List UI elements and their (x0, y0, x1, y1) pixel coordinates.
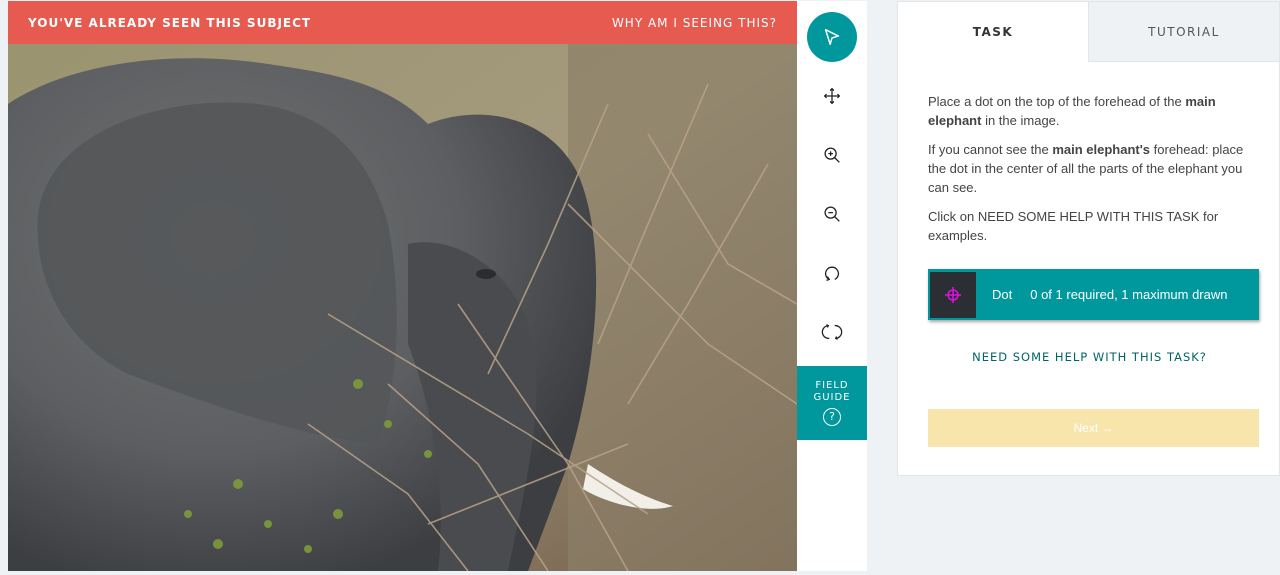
dot-tool-count: 0 of 1 required, 1 maximum drawn (1030, 287, 1228, 302)
pointer-tool-button[interactable] (807, 12, 857, 62)
rotate-button[interactable] (807, 248, 857, 298)
move-tool-button[interactable] (807, 71, 857, 121)
task-tabs: TASK TUTORIAL (898, 2, 1279, 62)
instruction-paragraph-2: If you cannot see the main elephant's fo… (928, 142, 1244, 195)
image-toolbar: FIELD GUIDE ? (797, 1, 867, 571)
zoom-out-icon (824, 206, 840, 222)
task-instructions: Place a dot on the top of the forehead o… (898, 62, 1279, 245)
tab-tutorial[interactable]: TUTORIAL (1088, 2, 1279, 62)
instruction-paragraph-1: Place a dot on the top of the forehead o… (928, 94, 1216, 128)
next-button[interactable]: Next → (928, 409, 1259, 447)
zoom-in-icon (824, 147, 840, 163)
reset-icon (821, 324, 843, 340)
instruction-paragraph-3: Click on NEED SOME HELP WITH THIS TASK f… (928, 209, 1219, 243)
already-seen-text: YOU'VE ALREADY SEEN THIS SUBJECT (28, 15, 312, 30)
already-seen-banner: YOU'VE ALREADY SEEN THIS SUBJECT WHY AM … (8, 1, 797, 44)
dot-tool-option[interactable]: Dot 0 of 1 required, 1 maximum drawn (928, 269, 1259, 320)
tab-task[interactable]: TASK (898, 2, 1088, 62)
rotate-icon (825, 266, 839, 281)
task-panel: TASK TUTORIAL Place a dot on the top of … (897, 1, 1280, 476)
pointer-icon (824, 28, 840, 46)
subject-viewer[interactable]: YOU'VE ALREADY SEEN THIS SUBJECT WHY AM … (8, 1, 797, 571)
move-icon (823, 87, 841, 105)
field-guide-label-2: GUIDE (813, 392, 851, 403)
reset-button[interactable] (807, 307, 857, 357)
field-guide-button[interactable]: FIELD GUIDE ? (797, 366, 867, 440)
dot-tool-label: Dot (992, 287, 1013, 302)
field-guide-label-1: FIELD (815, 380, 849, 391)
zoom-out-button[interactable] (807, 189, 857, 239)
tool-icon-box (930, 271, 976, 318)
subject-image[interactable] (8, 44, 797, 571)
task-help-link[interactable]: NEED SOME HELP WITH THIS TASK? (898, 350, 1280, 364)
zoom-in-button[interactable] (807, 130, 857, 180)
why-seeing-link[interactable]: WHY AM I SEEING THIS? (612, 16, 777, 30)
help-circle-icon: ? (823, 408, 841, 426)
crosshair-icon (945, 286, 961, 303)
